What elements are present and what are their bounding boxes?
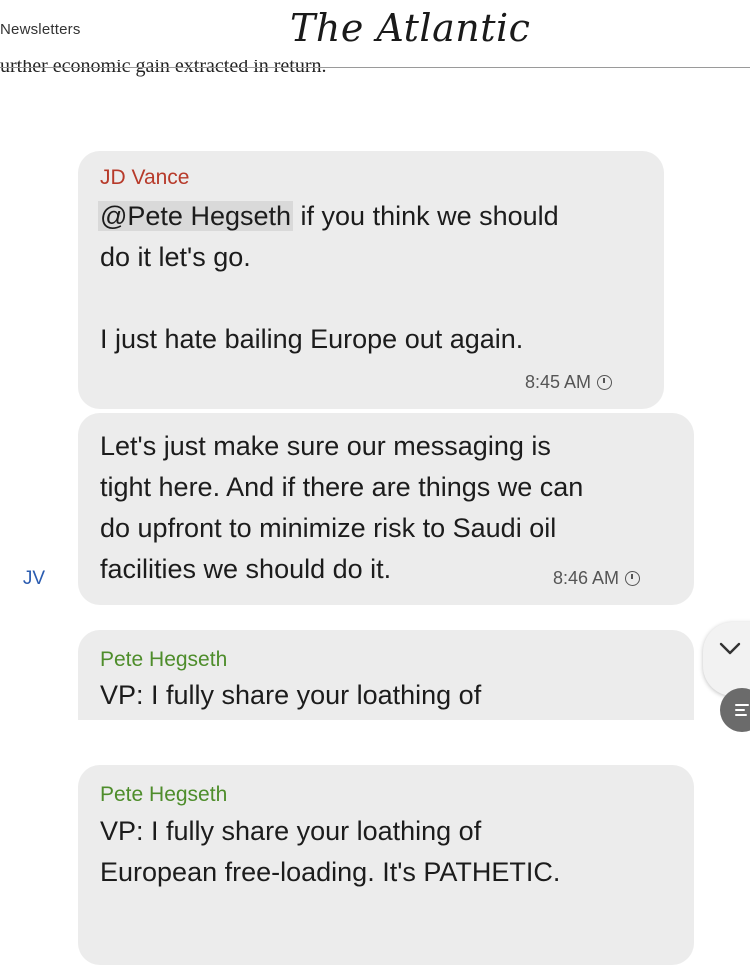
sender-name-pete-hegseth[interactable]: Pete Hegseth xyxy=(100,783,227,807)
message-timestamp-1: 8:45 AM xyxy=(525,372,613,393)
sender-name-jd-vance[interactable]: JD Vance xyxy=(100,166,190,190)
mention-pete-hegseth[interactable]: @Pete Hegseth xyxy=(98,201,294,231)
chevron-down-icon xyxy=(719,642,741,655)
reply-icon[interactable] xyxy=(720,688,750,732)
newsletters-link[interactable]: Newsletters xyxy=(0,21,81,38)
message-text-2: Let's just make sure our messaging is ti… xyxy=(100,431,584,584)
brand-logo[interactable]: The Atlantic xyxy=(290,6,530,50)
message-timestamp-2: 8:46 AM xyxy=(553,568,641,589)
message-text-1: @Pete Hegseth if you think we should do … xyxy=(98,201,559,354)
clock-icon xyxy=(625,571,641,586)
header-divider xyxy=(0,67,750,68)
clock-icon xyxy=(597,375,613,390)
avatar-jv[interactable]: JV xyxy=(12,562,56,596)
scroll-down-button[interactable] xyxy=(703,622,750,696)
reply-glyph-icon xyxy=(735,704,749,716)
message-text-3: VP: I fully share your loathing of Europ… xyxy=(100,680,482,710)
message-text-4: VP: I fully share your loathing of Europ… xyxy=(100,816,561,887)
sender-name-pete-hegseth[interactable]: Pete Hegseth xyxy=(100,648,227,672)
article-text-fragment: urther economic gain extracted in return… xyxy=(0,60,327,77)
message-bubble-3-clipped[interactable]: Pete Hegseth VP: I fully share your loat… xyxy=(78,630,694,720)
